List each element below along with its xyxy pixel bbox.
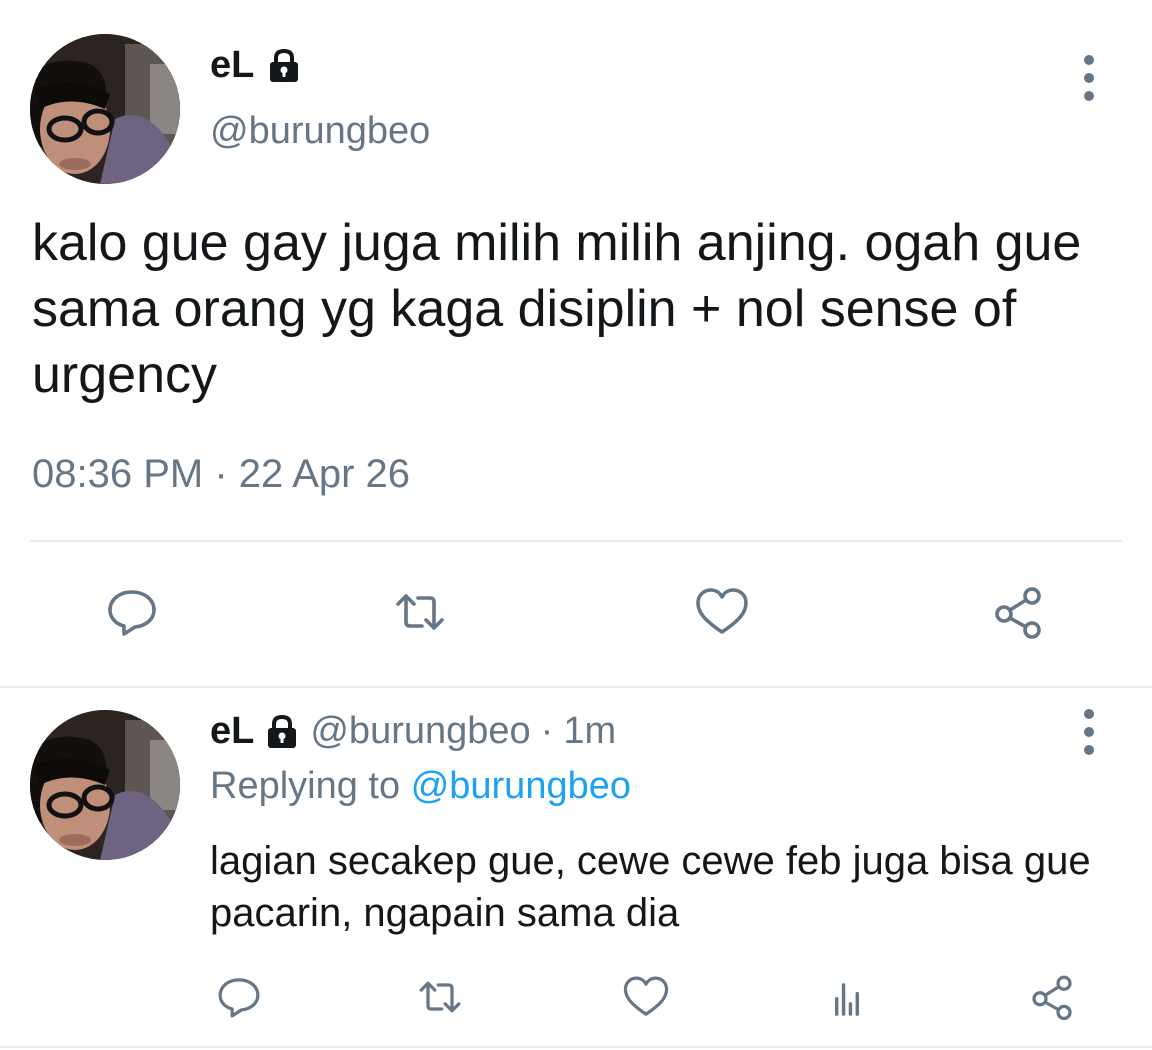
lock-icon (264, 714, 300, 750)
avatar-image (30, 34, 180, 184)
mention-link[interactable]: @burungbeo (411, 765, 631, 807)
analytics-icon[interactable] (815, 965, 879, 1029)
share-icon[interactable] (986, 580, 1050, 644)
retweet-icon[interactable] (408, 965, 472, 1029)
avatar-image (30, 710, 180, 860)
reply-icon[interactable] (207, 965, 271, 1029)
tweet-detail-screen: eL @burungbeo kalo gue gay juga milih mi… (0, 0, 1152, 1050)
tweet-date: 22 Apr 26 (238, 452, 411, 496)
share-icon[interactable] (1020, 965, 1084, 1029)
tweet-time: 08:36 PM (32, 452, 204, 496)
reply-actions (0, 965, 1152, 1029)
divider (0, 686, 1152, 688)
tweet-actions (0, 580, 1152, 650)
divider (0, 1046, 1152, 1048)
tweet-timestamp: 08:36 PM · 22 Apr 26 (32, 452, 410, 497)
retweet-icon[interactable] (388, 580, 452, 644)
avatar[interactable] (30, 710, 180, 860)
more-options-icon[interactable] (1074, 48, 1104, 108)
more-options-icon[interactable] (1074, 702, 1104, 762)
tweet-text: kalo gue gay juga milih milih anjing. og… (32, 214, 1096, 404)
reply-icon[interactable] (100, 580, 164, 644)
tweet-time: 1m (563, 710, 617, 752)
meta-separator: · (214, 452, 228, 496)
avatar[interactable] (30, 34, 180, 184)
like-icon[interactable] (614, 965, 678, 1029)
author-row: eL (210, 44, 302, 87)
divider (30, 540, 1122, 542)
replying-to: Replying to @burungbeo (210, 765, 631, 808)
replying-label: Replying to (210, 765, 401, 807)
display-name[interactable]: eL (210, 710, 254, 753)
lock-icon (266, 48, 302, 84)
meta-separator: · (540, 710, 554, 752)
author-handle[interactable]: @burungbeo (310, 710, 530, 753)
display-name[interactable]: eL (210, 44, 254, 87)
author-handle[interactable]: @burungbeo (210, 110, 430, 153)
tweet-text: lagian secakep gue, cewe cewe feb juga b… (210, 839, 1102, 935)
like-icon[interactable] (690, 580, 754, 644)
reply-author-row: eL @burungbeo · 1m (210, 710, 616, 753)
